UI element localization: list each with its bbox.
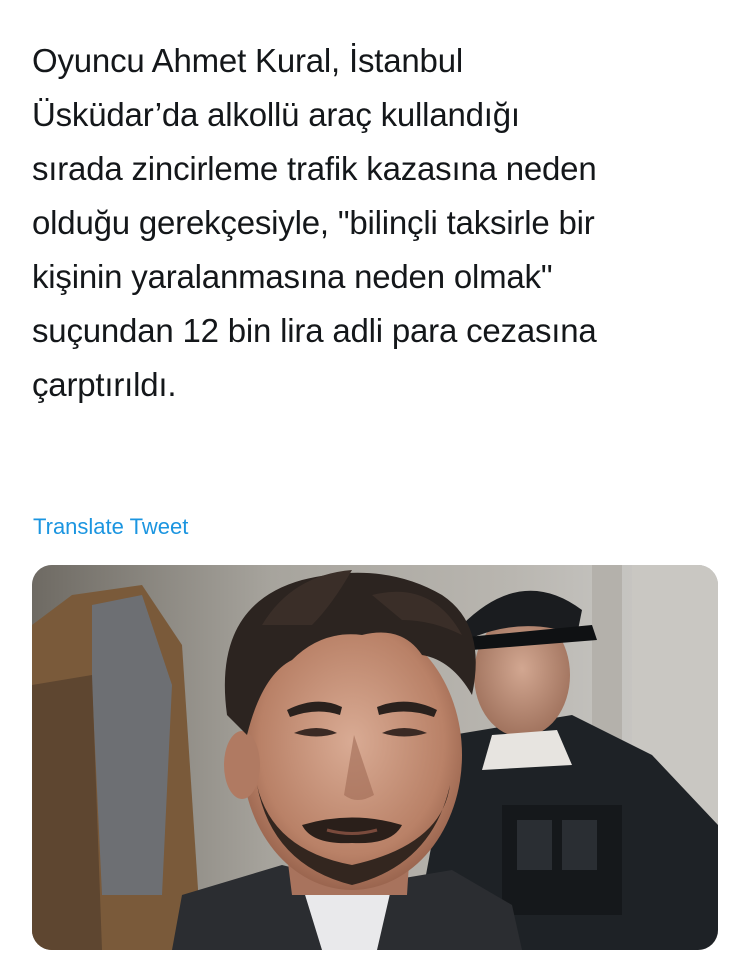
tweet-text: Oyuncu Ahmet Kural, İstanbul Üsküdar’da … (32, 42, 597, 403)
tweet-photo[interactable] (32, 565, 718, 950)
photo-man-portrait (32, 565, 718, 950)
translate-tweet-link[interactable]: Translate Tweet (33, 512, 188, 542)
